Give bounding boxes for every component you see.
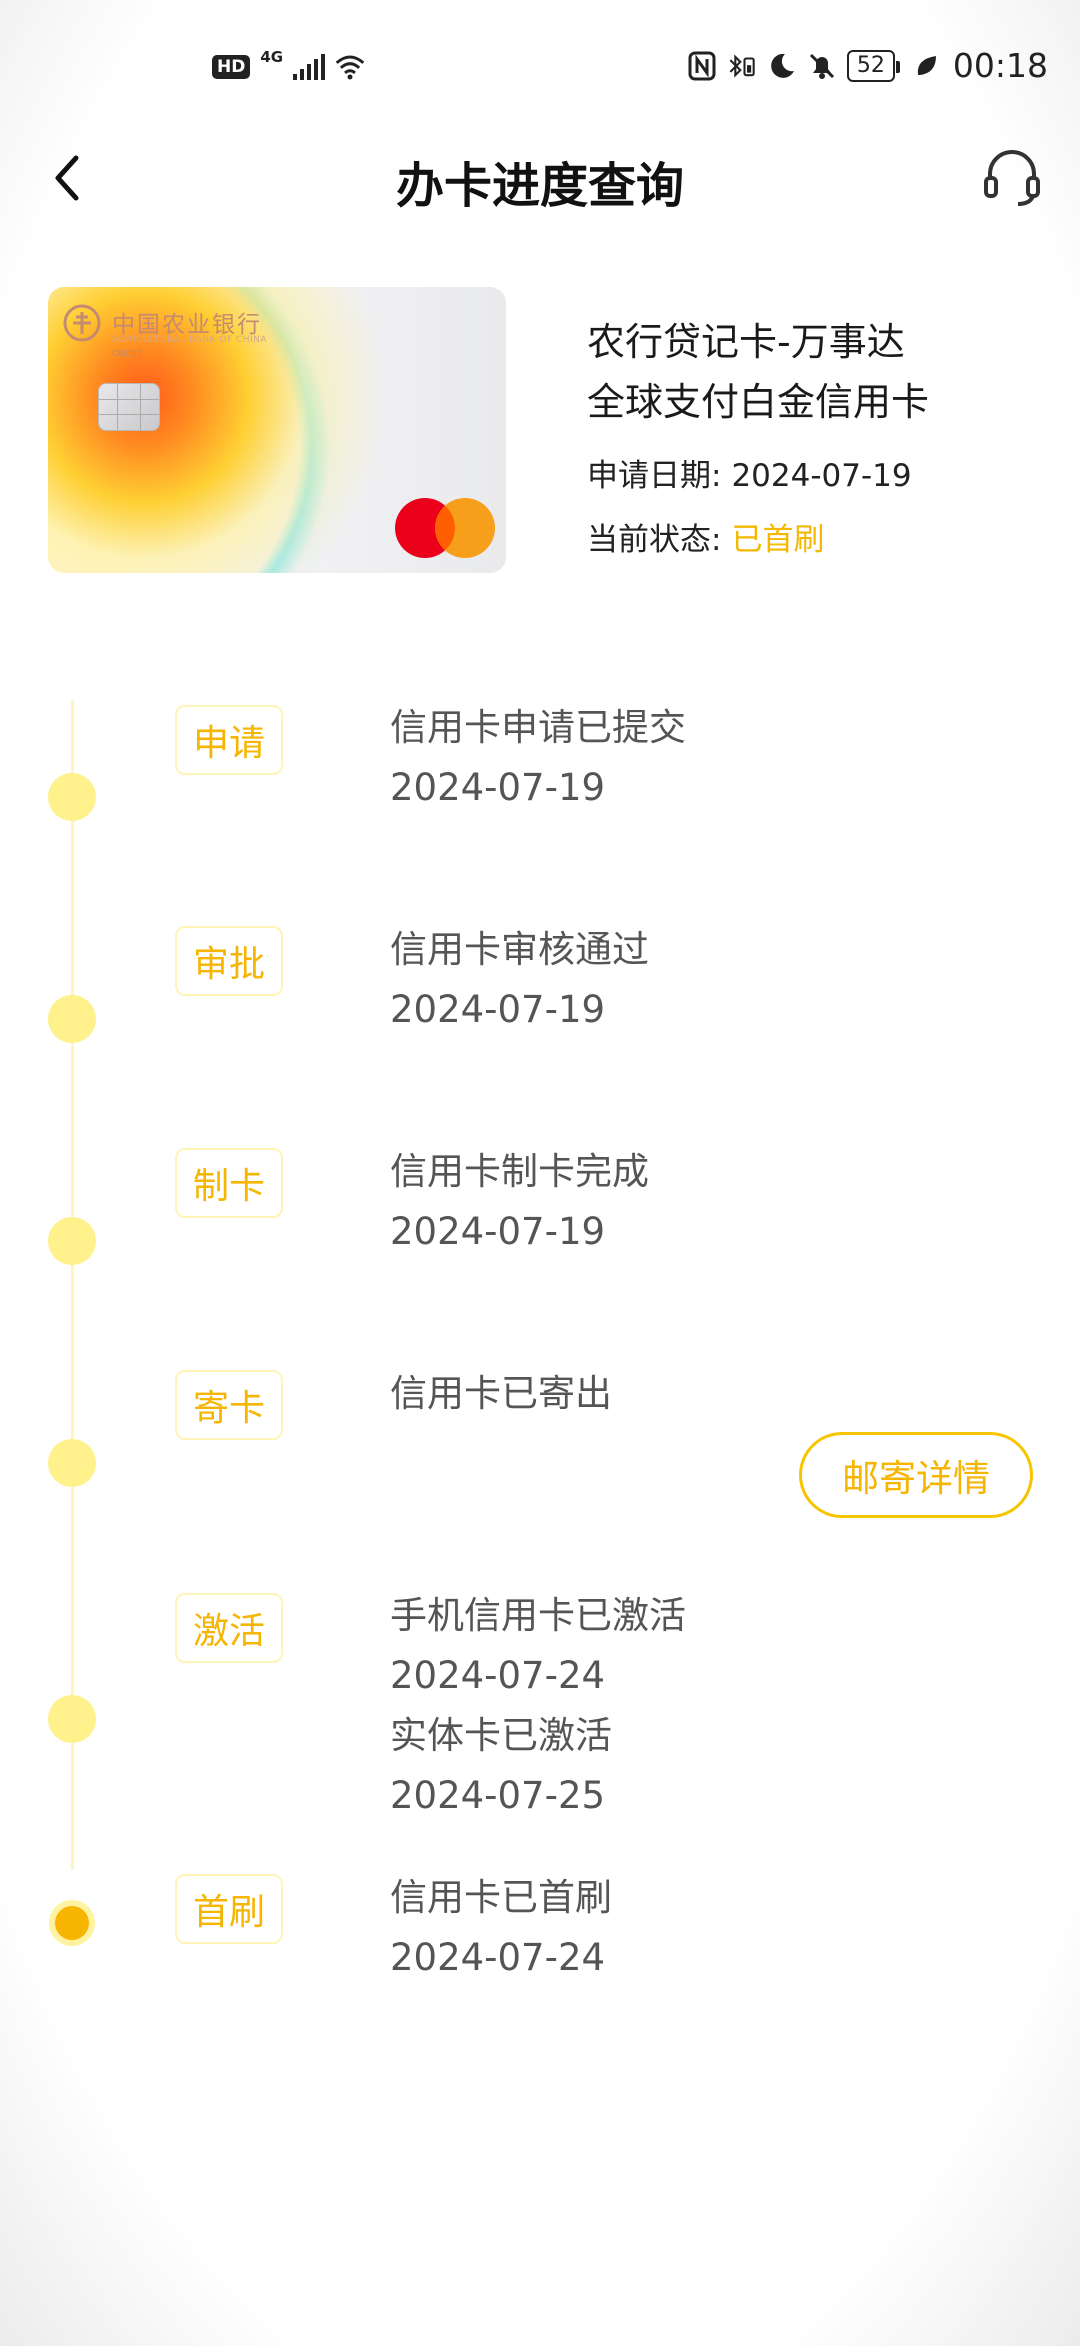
- step-content-make: 信用卡制卡完成 2024-07-19: [390, 1142, 649, 1262]
- bank-name-en: AGRICULTURAL BANK OF CHINA: [112, 335, 268, 345]
- battery-indicator: 52: [846, 49, 900, 82]
- headset-icon: [984, 150, 1040, 206]
- step-status-text: 信用卡已寄出: [390, 1372, 612, 1415]
- bluetooth-battery-icon: [727, 51, 757, 81]
- apply-date-label: 申请日期:: [587, 458, 722, 494]
- timeline-dot-make: [48, 1217, 96, 1265]
- network-type: 4G: [260, 48, 284, 66]
- step-status-text: 信用卡申请已提交: [390, 706, 686, 749]
- step-date: 2024-07-19: [390, 766, 606, 809]
- card-name-line-1: 农行贷记卡-万事达: [587, 320, 905, 364]
- step-date: 2024-07-19: [390, 988, 606, 1031]
- step-status-text: 实体卡已激活: [390, 1714, 612, 1757]
- page-title: 办卡进度查询: [395, 158, 684, 214]
- status-label: 当前状态:: [587, 522, 722, 558]
- step-status-text: 信用卡审核通过: [390, 928, 649, 971]
- bell-off-icon: [807, 51, 837, 81]
- app-header: 办卡进度查询: [0, 140, 1080, 220]
- step-content-activate: 手机信用卡已激活 2024-07-24 实体卡已激活 2024-07-25: [390, 1586, 686, 1826]
- card-credit-label: CREDIT: [112, 349, 142, 358]
- card-name-line-2: 全球支付白金信用卡: [587, 380, 930, 424]
- step-content-mail: 信用卡已寄出: [390, 1364, 612, 1424]
- wifi-icon: [335, 52, 365, 82]
- clock: 00:18: [952, 46, 1048, 85]
- step-content-apply: 信用卡申请已提交 2024-07-19: [390, 698, 686, 818]
- mail-details-button[interactable]: 邮寄详情: [799, 1432, 1033, 1518]
- step-date: 2024-07-24: [390, 1654, 606, 1697]
- card-chip-icon: [98, 383, 160, 431]
- status-bar: HD 4G 52 00:18: [0, 46, 1080, 96]
- step-tag-make: 制卡: [175, 1148, 283, 1218]
- step-content-approve: 信用卡审核通过 2024-07-19: [390, 920, 649, 1040]
- bank-name: 中国农业银行: [112, 312, 262, 338]
- status-value: 已首刷: [731, 522, 825, 558]
- apply-date-row: 申请日期: 2024-07-19: [587, 450, 912, 495]
- status-right: 52 00:18: [687, 46, 1048, 85]
- step-status-text: 信用卡已首刷: [390, 1876, 612, 1919]
- card-product-name: 农行贷记卡-万事达 全球支付白金信用卡: [587, 312, 929, 432]
- status-row: 当前状态: 已首刷: [587, 514, 824, 559]
- apply-date-value: 2024-07-19: [731, 458, 912, 494]
- moon-icon: [767, 51, 797, 81]
- step-date: 2024-07-19: [390, 1210, 606, 1253]
- timeline-dot-activate: [48, 1695, 96, 1743]
- step-tag-mail: 寄卡: [175, 1370, 283, 1440]
- mastercard-logo-icon: [395, 498, 495, 558]
- step-tag-apply: 申请: [175, 705, 283, 775]
- step-tag-activate: 激活: [175, 1593, 283, 1663]
- hd-badge: HD: [212, 55, 251, 79]
- timeline-dot-apply: [48, 773, 96, 821]
- nfc-icon: [687, 51, 717, 81]
- timeline-dot-first-swipe-current: [55, 1906, 89, 1940]
- credit-card-image: 中国农业银行 AGRICULTURAL BANK OF CHINA CREDIT: [48, 287, 506, 573]
- timeline-dot-approve: [48, 995, 96, 1043]
- step-content-first-swipe: 信用卡已首刷 2024-07-24: [390, 1868, 612, 1988]
- step-status-text: 手机信用卡已激活: [390, 1594, 686, 1637]
- step-status-text: 信用卡制卡完成: [390, 1150, 649, 1193]
- customer-service-button[interactable]: [980, 144, 1044, 208]
- step-date: 2024-07-24: [390, 1936, 606, 1979]
- abc-bank-logo-icon: [63, 304, 101, 342]
- step-tag-first-swipe: 首刷: [175, 1874, 283, 1944]
- timeline-dot-mail: [48, 1439, 96, 1487]
- step-tag-approve: 审批: [175, 926, 283, 996]
- status-left: HD 4G: [212, 48, 365, 82]
- leaf-icon: [911, 51, 941, 81]
- signal-icon: [293, 54, 326, 80]
- step-date: 2024-07-25: [390, 1774, 606, 1817]
